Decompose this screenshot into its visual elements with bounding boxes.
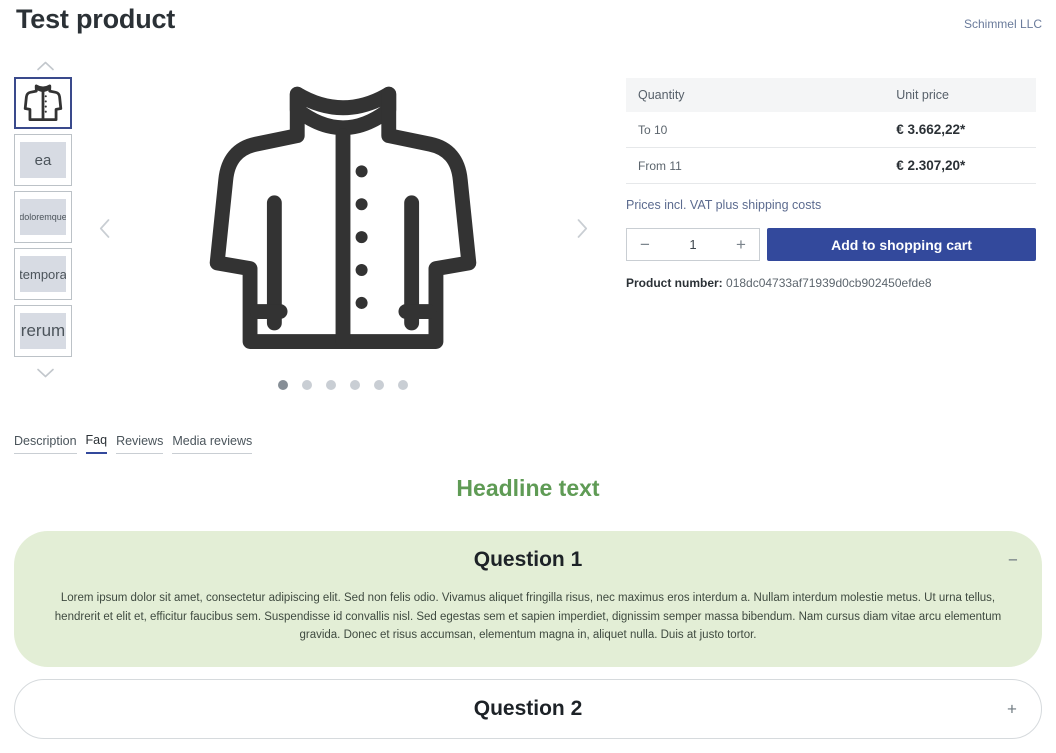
main-product-image[interactable]: [143, 65, 543, 375]
chevron-up-icon[interactable]: [14, 55, 76, 77]
tab-faq[interactable]: Faq: [85, 433, 108, 454]
vat-shipping-note: Prices incl. VAT plus shipping costs: [626, 198, 822, 212]
chevron-down-icon[interactable]: [14, 362, 76, 384]
thumbnail-item-2[interactable]: doloremque: [14, 191, 72, 243]
minus-icon[interactable]: −: [1006, 552, 1020, 569]
table-row: To 10 € 3.662,22*: [626, 112, 1036, 148]
page-header: Test product Schimmel LLC: [0, 0, 1056, 48]
gallery-stage: [88, 55, 598, 400]
thumbnail-label: rerum: [20, 313, 66, 349]
table-row: From 11 € 2.307,20*: [626, 147, 1036, 184]
content-tabs: Description Faq Reviews Media reviews: [14, 433, 253, 454]
carousel-dot[interactable]: [302, 380, 312, 390]
faq-accordion: Question 1 − Lorem ipsum dolor sit amet,…: [14, 531, 1042, 751]
quantity-stepper: − +: [626, 228, 760, 261]
product-detail-page: Test product Schimmel LLC ea doloremque …: [0, 0, 1056, 753]
carousel-dot[interactable]: [350, 380, 360, 390]
tab-media-reviews[interactable]: Media reviews: [172, 434, 253, 454]
cell-quantity: To 10: [626, 112, 713, 148]
quantity-increase-button[interactable]: +: [723, 229, 759, 260]
product-number-value: 018dc04733af71939d0cb902450efde8: [726, 276, 932, 290]
accordion-title: Question 1: [473, 548, 583, 571]
quantity-input[interactable]: [663, 236, 723, 253]
thumbnail-label: doloremque: [20, 199, 66, 235]
product-number: Product number: 018dc04733af71939d0cb902…: [626, 276, 1036, 290]
thumbnail-label: ea: [20, 142, 66, 178]
table-header-row: Quantity Unit price: [626, 78, 1036, 112]
product-number-label: Product number:: [626, 276, 723, 290]
accordion-body-question-1: Lorem ipsum dolor sit amet, consectetur …: [54, 592, 1002, 642]
product-gallery: ea doloremque tempora rerum: [0, 55, 612, 400]
accordion-header-question-1[interactable]: Question 1 −: [14, 531, 1042, 589]
thumbnail-item-3[interactable]: tempora: [14, 248, 72, 300]
page-title: Test product: [16, 4, 176, 34]
accordion-header-question-2[interactable]: Question 2 +: [15, 680, 1041, 738]
buy-box: Quantity Unit price To 10 € 3.662,22* Fr…: [626, 78, 1036, 290]
chevron-right-icon[interactable]: [568, 213, 596, 243]
tab-reviews[interactable]: Reviews: [116, 434, 164, 454]
carousel-dots: [88, 380, 598, 390]
price-table: Quantity Unit price To 10 € 3.662,22* Fr…: [626, 78, 1036, 184]
carousel-dot[interactable]: [278, 380, 288, 390]
quantity-decrease-button[interactable]: −: [627, 229, 663, 260]
cell-price: € 3.662,22*: [712, 112, 1036, 148]
thumbnail-label: tempora: [20, 256, 66, 292]
plus-icon[interactable]: +: [1005, 700, 1019, 717]
thumbnail-item-1[interactable]: ea: [14, 134, 72, 186]
column-header-quantity: Quantity: [626, 78, 713, 112]
thumbnail-item-4[interactable]: rerum: [14, 305, 72, 357]
purchase-row: − + Add to shopping cart: [626, 228, 1036, 261]
thumbnail-item-0[interactable]: [14, 77, 72, 129]
column-header-unit-price: Unit price: [712, 78, 1036, 112]
tab-description[interactable]: Description: [14, 434, 77, 454]
carousel-dot[interactable]: [374, 380, 384, 390]
carousel-dot[interactable]: [326, 380, 336, 390]
accordion-title: Question 2: [473, 696, 583, 720]
cell-price: € 2.307,20*: [712, 147, 1036, 184]
cell-quantity: From 11: [626, 147, 713, 184]
carousel-dot[interactable]: [398, 380, 408, 390]
section-headline: Headline text: [456, 475, 600, 501]
thumbnail-column: ea doloremque tempora rerum: [14, 55, 76, 384]
accordion-item-question-1: Question 1 − Lorem ipsum dolor sit amet,…: [14, 531, 1042, 667]
accordion-item-question-2: Question 2 +: [14, 678, 1042, 739]
chevron-left-icon[interactable]: [90, 213, 118, 243]
jacket-thumb-icon: [23, 84, 63, 122]
manufacturer-link[interactable]: Schimmel LLC: [964, 17, 1042, 31]
add-to-cart-button[interactable]: Add to shopping cart: [767, 228, 1036, 261]
